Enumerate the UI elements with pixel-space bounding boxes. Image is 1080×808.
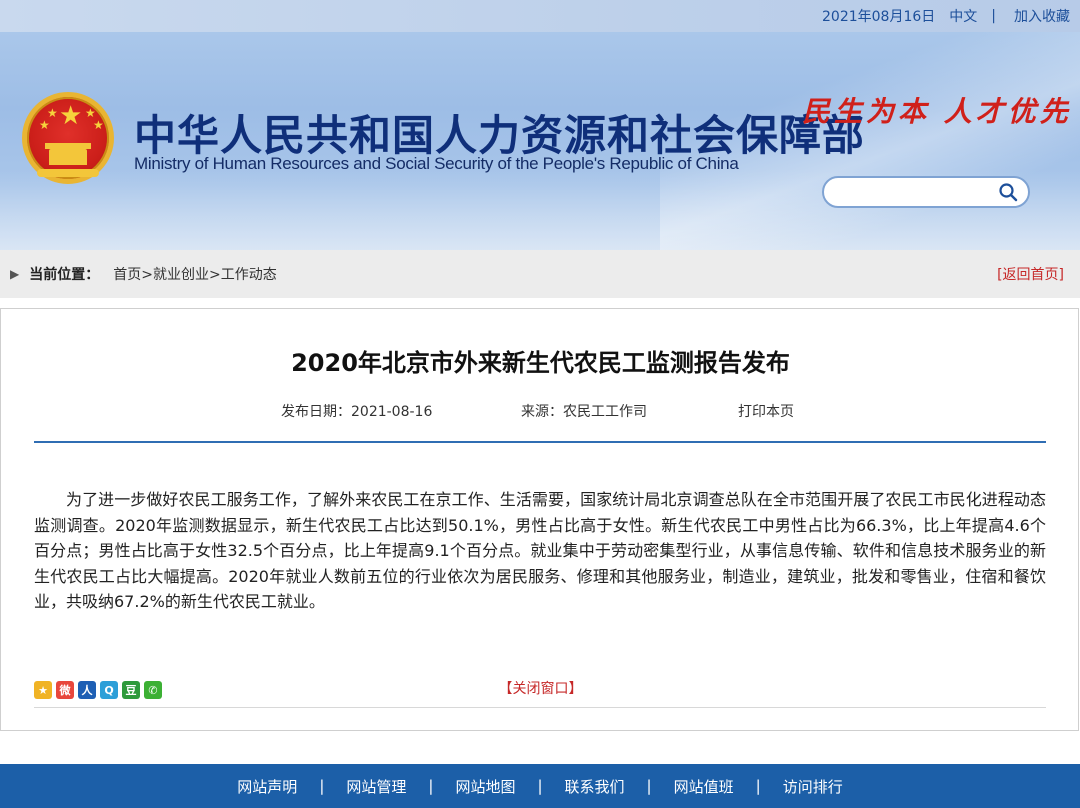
back-home-link[interactable]: [返回首页] <box>997 264 1064 284</box>
breadcrumb-label: 当前位置： <box>29 267 100 283</box>
topbar-separator: | <box>991 8 996 24</box>
site-banner: ★ ★ ★ ★ ★ 中华人民共和国人力资源和社会保障部 Ministry of … <box>0 32 1080 250</box>
site-footer: 网站声明 | 网站管理 | 网站地图 | 联系我们 | 网站值班 | 访问排行 <box>0 764 1080 808</box>
publish-date: 发布日期：2021-08-16 <box>281 404 433 420</box>
search-input[interactable] <box>836 182 996 202</box>
footer-link[interactable]: 网站地图 <box>455 776 515 797</box>
footer-link[interactable]: 网站值班 <box>674 776 734 797</box>
article-panel: 2020年北京市外来新生代农民工监测报告发布 发布日期：2021-08-16 来… <box>0 308 1079 731</box>
article-title: 2020年北京市外来新生代农民工监测报告发布 <box>291 349 790 377</box>
footer-link[interactable]: 联系我们 <box>565 776 625 797</box>
search-icon[interactable] <box>998 182 1018 202</box>
footer-separator: | <box>319 777 325 795</box>
national-emblem-icon: ★ ★ ★ ★ ★ <box>22 92 114 184</box>
close-window-button[interactable]: 【关闭窗口】 <box>499 681 583 697</box>
top-utility-bar: 2021年08月16日 中文 | 加入收藏 <box>0 0 1080 32</box>
language-link[interactable]: 中文 <box>949 6 977 26</box>
print-page-link[interactable]: 打印本页 <box>738 401 794 421</box>
article-source: 来源：农民工工作司 <box>521 404 647 420</box>
ministry-title-en: Ministry of Human Resources and Social S… <box>134 154 739 173</box>
breadcrumb-path[interactable]: 首页>就业创业>工作动态 <box>113 264 276 284</box>
bottom-divider <box>34 707 1046 708</box>
breadcrumb-arrow-icon: ▶ <box>10 267 20 281</box>
close-window-area: 【关闭窗口】 <box>1 678 1080 698</box>
footer-separator: | <box>428 777 434 795</box>
title-divider <box>34 441 1046 443</box>
footer-separator: | <box>755 777 761 795</box>
footer-link[interactable]: 网站声明 <box>237 776 297 797</box>
footer-separator: | <box>646 777 652 795</box>
footer-separator: | <box>537 777 543 795</box>
footer-link[interactable]: 访问排行 <box>783 776 843 797</box>
slogan: 民生为本 人才优先 <box>802 95 1072 128</box>
footer-link[interactable]: 网站管理 <box>346 776 406 797</box>
add-favorite-link[interactable]: 加入收藏 <box>1014 6 1070 26</box>
article-body: 为了进一步做好农民工服务工作，了解外来农民工在京工作、生活需要，国家统计局北京调… <box>34 490 1046 612</box>
search-box <box>822 176 1030 208</box>
breadcrumb: ▶ 当前位置： 首页>就业创业>工作动态 [返回首页] <box>0 250 1080 298</box>
current-date: 2021年08月16日 <box>822 9 936 25</box>
